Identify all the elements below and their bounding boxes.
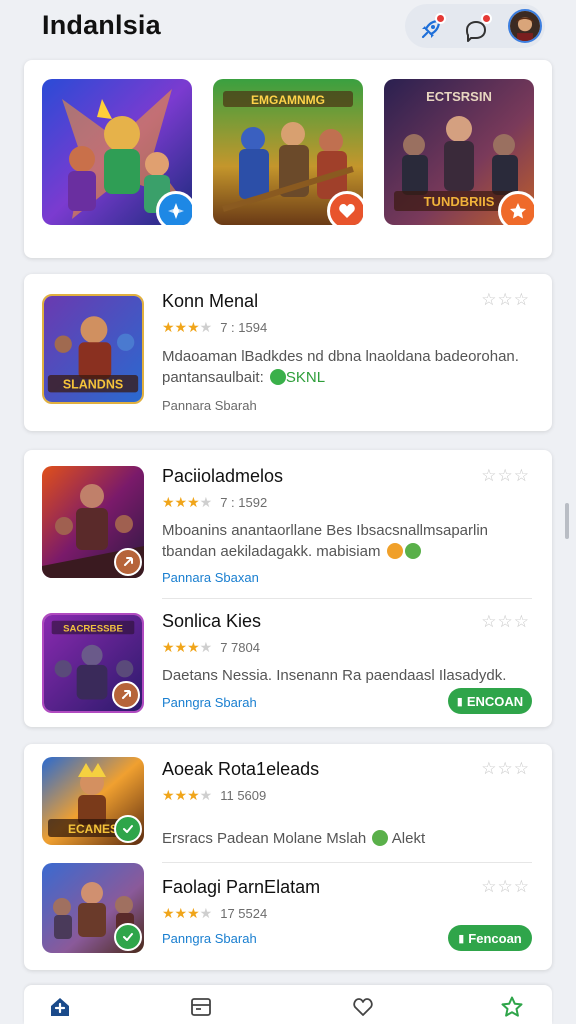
game-title[interactable]: Aoeak Rota1eleads — [162, 759, 319, 780]
description-line-1: Mboanins anantaorllane Bes Ibsacsnallmsa… — [162, 522, 489, 539]
game-title[interactable]: Paciioladmelos — [162, 466, 283, 487]
get-button-label: ENCOAN — [466, 693, 524, 709]
rating-count: 11 5609 — [220, 788, 267, 803]
game-thumbnail[interactable]: SACRESSBE — [42, 613, 144, 713]
game-card: ECANES Aoeak Rota1eleads ★★★★ 11 5609 Er… — [24, 744, 552, 970]
game-rating: ★★★★ 7 7804 — [162, 639, 260, 656]
game-description: Ersracs Padean Molane Mslah Alekt — [162, 828, 532, 849]
featured-banner-text: ECTSRSIN — [426, 89, 492, 104]
rating-count: 7 : 1592 — [220, 495, 268, 510]
app-header: Indanlsia — [0, 0, 576, 56]
description-text: tbandan aekiladagakk. mabisiam — [162, 543, 381, 560]
rating-stars: ★★★★ — [162, 787, 213, 803]
game-description: Mdaoaman lBadkdes nd dbna lnaoldana bade… — [162, 346, 532, 388]
emoji-icon — [269, 369, 286, 385]
featured-game-2[interactable]: EMGAMNMG — [213, 79, 363, 225]
link-icon — [114, 548, 142, 576]
list-item[interactable]: SLANDNS Konn Menal ★★★★ 7 : 1594 Mdaoama… — [24, 274, 552, 431]
featured-game-1[interactable] — [42, 79, 192, 225]
heart-icon — [327, 191, 363, 225]
rate-stars-icon[interactable]: ☆☆☆ — [481, 877, 530, 897]
featured-game-3[interactable]: ECTSRSIN TUNDBRIIS — [384, 79, 534, 225]
list-item[interactable]: ECANES Aoeak Rota1eleads ★★★★ 11 5609 Er… — [24, 744, 552, 862]
rating-count: 7 7804 — [220, 640, 260, 655]
game-rating: ★★★★ 17 5524 — [162, 905, 267, 922]
heart-icon[interactable] — [351, 995, 375, 1019]
description-text: Ersracs Padean Molane Mslah — [162, 830, 367, 847]
game-card: Paciioladmelos ★★★★ 7 : 1592 Mboanins an… — [24, 450, 552, 727]
avatar[interactable] — [508, 9, 542, 43]
game-title[interactable]: Faolagi ParnElatam — [162, 877, 320, 898]
rating-stars: ★★★★ — [162, 639, 213, 655]
rate-stars-icon[interactable]: ☆☆☆ — [481, 612, 530, 632]
game-title[interactable]: Sonlica Kies — [162, 611, 261, 632]
game-thumbnail[interactable]: ECANES — [42, 757, 144, 845]
thumbnail-text: ECANES — [68, 822, 118, 836]
check-icon — [114, 923, 142, 951]
description-tail: Alekt — [391, 830, 426, 847]
star-icon[interactable] — [500, 995, 524, 1019]
inbox-icon[interactable] — [189, 995, 213, 1019]
game-thumbnail[interactable]: SLANDNS — [42, 294, 144, 404]
list-item[interactable]: Paciioladmelos ★★★★ 7 : 1592 Mboanins an… — [24, 450, 552, 598]
rating-count: 7 : 1594 — [220, 320, 268, 335]
game-card: SLANDNS Konn Menal ★★★★ 7 : 1594 Mdaoama… — [24, 274, 552, 431]
description-line-2: pantansaulbait: SKNL — [162, 367, 532, 388]
get-button[interactable]: ▮ Fencoan — [448, 925, 532, 951]
notification-badge — [481, 13, 492, 24]
list-item[interactable]: Faolagi ParnElatam ★★★★ 17 5524 Panngra … — [24, 863, 552, 970]
chat-icon[interactable] — [461, 13, 492, 45]
rate-stars-icon[interactable]: ☆☆☆ — [481, 290, 530, 310]
game-rating: ★★★★ 7 : 1594 — [162, 319, 267, 336]
thumbnail-text: SLANDNS — [63, 377, 123, 391]
game-description: Mboanins anantaorllane Bes Ibsacsnallmsa… — [162, 520, 532, 562]
game-title[interactable]: Konn Menal — [162, 291, 258, 312]
featured-banner-text: TUNDBRIIS — [424, 194, 495, 209]
featured-banner-text: EMGAMNMG — [251, 93, 325, 107]
bottom-nav — [24, 985, 552, 1024]
emoji-icon — [386, 543, 403, 559]
download-icon: ▮ — [458, 932, 465, 945]
game-thumbnail[interactable] — [42, 466, 144, 578]
featured-games-card: EMGAMNMG ECTSRSIN TUNDBRIIS — [24, 60, 552, 258]
game-rating: ★★★★ 7 : 1592 — [162, 494, 267, 511]
rating-stars: ★★★★ — [162, 494, 213, 510]
check-icon — [114, 815, 142, 843]
game-publisher[interactable]: Pannara Sbaxan — [162, 570, 259, 585]
download-icon: ▮ — [456, 695, 463, 708]
game-thumbnail[interactable] — [42, 863, 144, 953]
rating-stars: ★★★★ — [162, 319, 213, 335]
get-button-label: Fencoan — [468, 930, 522, 946]
game-publisher[interactable]: Panngra Sbarah — [162, 931, 257, 946]
link-icon — [112, 681, 140, 709]
rating-stars: ★★★★ — [162, 905, 213, 921]
description-text: pantansaulbait: — [162, 369, 264, 386]
emoji-icon — [404, 543, 421, 559]
get-button[interactable]: ▮ ENCOAN — [448, 688, 532, 714]
notification-badge — [435, 13, 446, 24]
description-line-2: tbandan aekiladagakk. mabisiam — [162, 541, 532, 562]
scrollbar[interactable] — [565, 503, 569, 539]
home-icon[interactable] — [48, 995, 72, 1019]
rate-stars-icon[interactable]: ☆☆☆ — [481, 759, 530, 779]
app-title: Indanlsia — [42, 10, 161, 40]
game-rating: ★★★★ 11 5609 — [162, 787, 266, 804]
rocket-icon[interactable] — [415, 13, 446, 45]
description-highlight: SKNL — [285, 369, 326, 386]
list-item[interactable]: SACRESSBE Sonlica Kies ★★★★ 7 7804 Daeta… — [24, 599, 552, 727]
game-description: Daetans Nessia. Insenann Ra paendaasl Il… — [162, 667, 507, 684]
rate-stars-icon[interactable]: ☆☆☆ — [481, 466, 530, 486]
game-publisher: Pannara Sbarah — [162, 398, 257, 413]
rating-count: 17 5524 — [220, 906, 268, 921]
game-publisher[interactable]: Panngra Sbarah — [162, 695, 257, 710]
compass-icon — [156, 191, 192, 225]
star-icon — [498, 191, 534, 225]
description-line-1: Mdaoaman lBadkdes nd dbna lnaoldana bade… — [162, 348, 519, 365]
thumbnail-text: SACRESSBE — [63, 623, 123, 634]
emoji-icon — [372, 830, 389, 846]
